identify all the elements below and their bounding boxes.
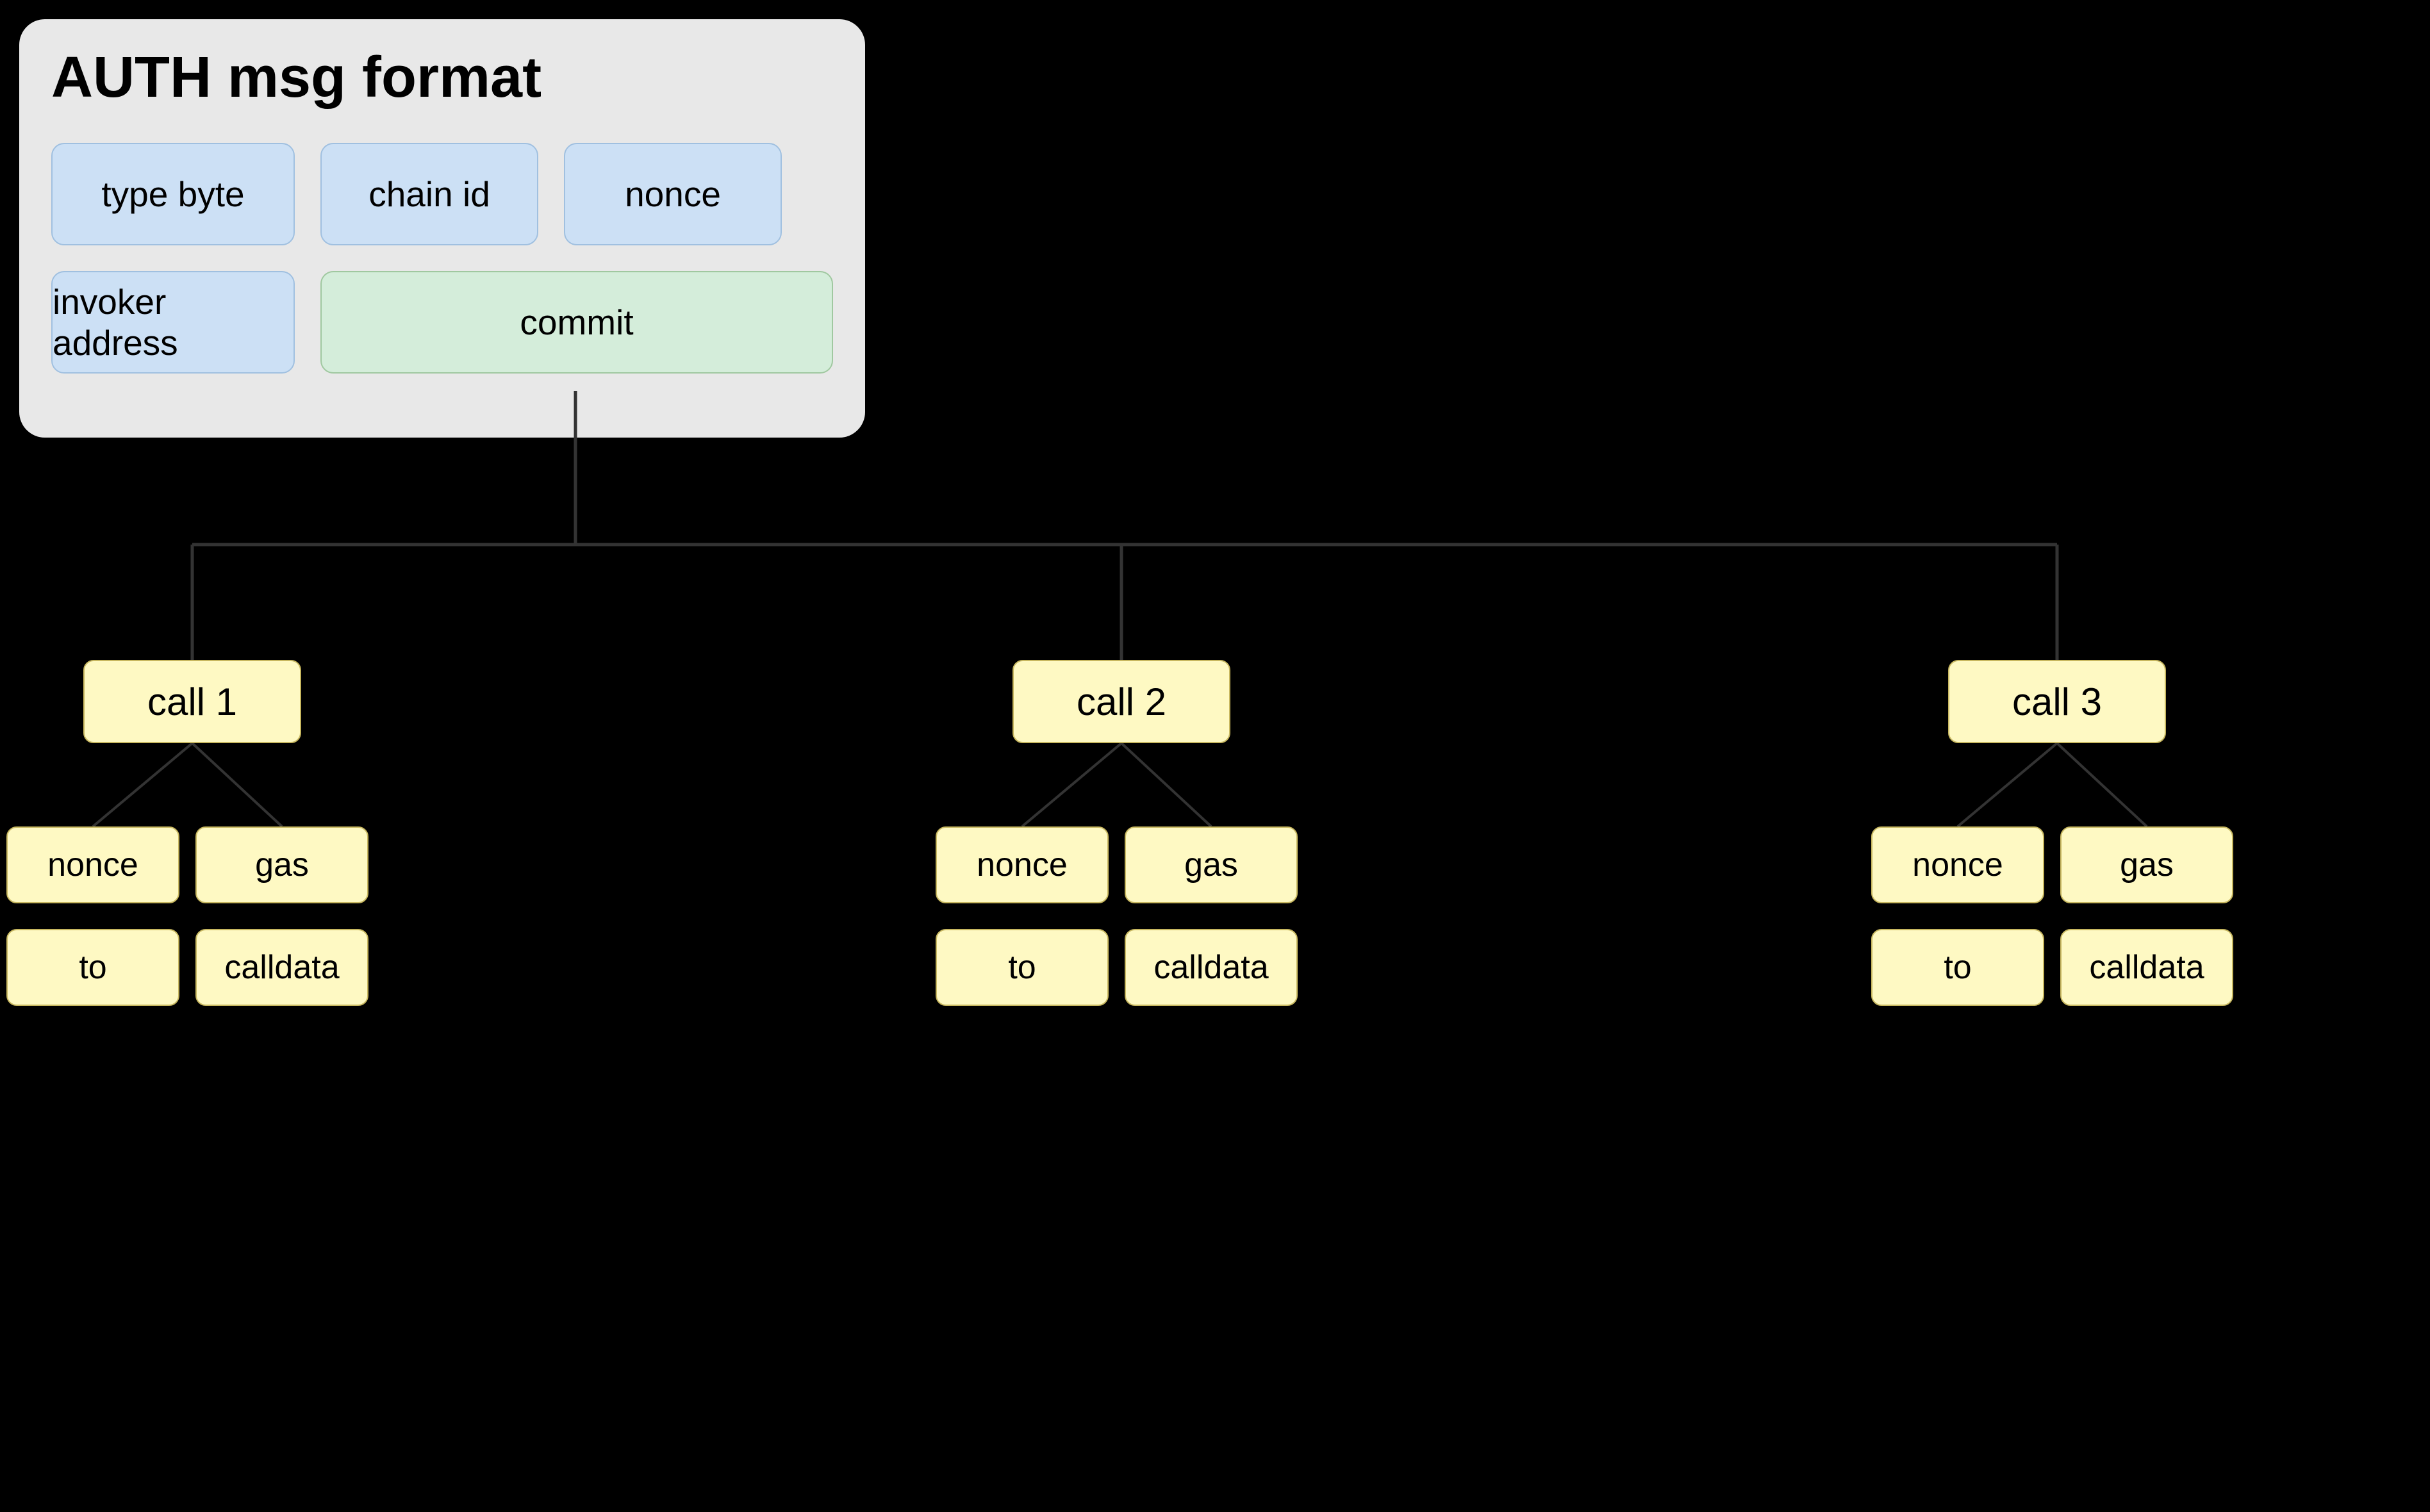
chain-id-cell: chain id: [320, 143, 538, 245]
to-field-2: to: [936, 929, 1109, 1006]
auth-row-1: type byte chain id nonce: [51, 143, 833, 245]
call-3-box: call 3: [1948, 660, 2166, 743]
gas-field-2: gas: [1125, 826, 1298, 903]
nonce-field-3: nonce: [1871, 826, 2044, 903]
calldata-field-2: calldata: [1125, 929, 1298, 1006]
nonce-field-2: nonce: [936, 826, 1109, 903]
type-byte-cell: type byte: [51, 143, 295, 245]
call-1-box: call 1: [83, 660, 301, 743]
auth-format-box: AUTH msg format type byte chain id nonce…: [19, 19, 865, 438]
invoker-address-cell: invoker address: [51, 271, 295, 374]
auth-row-2: invoker address commit: [51, 271, 833, 374]
calldata-field-1: calldata: [195, 929, 368, 1006]
calldata-field-3: calldata: [2060, 929, 2233, 1006]
nonce-field-1: nonce: [6, 826, 179, 903]
gas-field-1: gas: [195, 826, 368, 903]
auth-title: AUTH msg format: [51, 45, 833, 111]
to-field-1: to: [6, 929, 179, 1006]
nonce-top-cell: nonce: [564, 143, 782, 245]
call-2-box: call 2: [1012, 660, 1230, 743]
to-field-3: to: [1871, 929, 2044, 1006]
commit-cell: commit: [320, 271, 833, 374]
gas-field-3: gas: [2060, 826, 2233, 903]
